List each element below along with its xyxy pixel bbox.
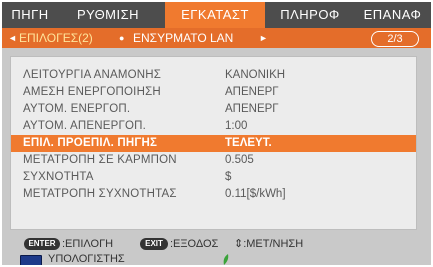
setting-row[interactable]: ΑΜΕΣΗ ΕΝΕΡΓΟΠΟΙΗΣΗ ΑΠΕΝΕΡΓ — [11, 84, 416, 101]
exit-key-icon: EXIT — [140, 238, 168, 250]
current-source-bar: ΥΠΟΛΟΓΙΣΤΗΣ — [2, 252, 431, 265]
settings-panel: ΛΕΙΤΟΥΡΓΙΑ ΑΝΑΜΟΝΗΣ ΚΑΝΟΝΙΚΗ ΑΜΕΣΗ ΕΝΕΡΓ… — [10, 56, 417, 230]
tab-setup[interactable]: ΡΥΘΜΙΣΗ — [58, 2, 158, 28]
tab-info[interactable]: ΠΛΗΡΟΦ — [270, 2, 350, 28]
enter-hint: :ΕΠΙΛΟΓΗ — [62, 238, 114, 250]
setting-label: ΑΥΤΟΜ. ΑΠΕΝΕΡΓΟΠ. — [23, 120, 147, 132]
signal-leaf-icon — [223, 254, 229, 265]
right-arrow-icon[interactable]: ► — [259, 28, 268, 48]
page-indicator: 2/3 — [371, 31, 419, 47]
computer-monitor-icon — [20, 255, 42, 265]
setting-label: ΣΥΧΝΟΤΗΤΑ — [23, 171, 94, 183]
setting-row[interactable]: ΛΕΙΤΟΥΡΓΙΑ ΑΝΑΜΟΝΗΣ ΚΑΝΟΝΙΚΗ — [11, 67, 416, 84]
enter-key-icon: ENTER — [24, 238, 60, 250]
setting-row[interactable]: ΣΥΧΝΟΤΗΤΑ $ — [11, 169, 416, 186]
setting-value: ΑΠΕΝΕΡΓ — [225, 86, 279, 98]
setting-label: ΜΕΤΑΤΡΟΠΗ ΣΕ ΚΑΡΜΠΟΝ — [23, 154, 177, 166]
move-hint: ⇕:ΜΕΤ/ΝΗΣΗ — [234, 238, 304, 250]
setting-row-selected[interactable]: ΕΠΙΛ. ΠΡΟΕΠΙΛ. ΠΗΓΗΣ ΤΕΛΕΥΤ. — [11, 135, 416, 152]
tab-source[interactable]: ΠΗΓΗ — [2, 2, 58, 28]
setting-row[interactable]: ΑΥΤΟΜ. ΑΠΕΝΕΡΓΟΠ. 1:00 — [11, 118, 416, 135]
key-help-bar: ENTER :ΕΠΙΛΟΓΗ EXIT :ΕΞΟΔΟΣ ⇕:ΜΕΤ/ΝΗΣΗ — [2, 236, 431, 252]
setting-value: ΚΑΝΟΝΙΚΗ — [225, 69, 286, 81]
setting-label: ΜΕΤΑΤΡΟΠΗ ΣΥΧΝΟΤΗΤΑΣ — [23, 188, 177, 200]
tab-reset[interactable]: ΕΠΑΝΑΦ — [354, 2, 431, 28]
exit-hint: :ΕΞΟΔΟΣ — [170, 238, 219, 250]
setting-value: 0.11[$/kWh] — [225, 188, 286, 200]
source-label: ΥΠΟΛΟΓΙΣΤΗΣ — [48, 253, 125, 265]
setting-label: ΛΕΙΤΟΥΡΓΙΑ ΑΝΑΜΟΝΗΣ — [23, 69, 162, 81]
tab-installation[interactable]: ΕΓΚΑΤΑΣΤ — [165, 2, 265, 28]
setting-label: ΕΠΙΛ. ΠΡΟΕΠΙΛ. ΠΗΓΗΣ — [23, 137, 158, 149]
tab-bar: ΠΗΓΗ ΡΥΘΜΙΣΗ ΕΓΚΑΤΑΣΤ ΠΛΗΡΟΦ ΕΠΑΝΑΦ — [2, 2, 431, 28]
setting-row[interactable]: ΜΕΤΑΤΡΟΠΗ ΣΕ ΚΑΡΜΠΟΝ 0.505 — [11, 152, 416, 169]
setting-value: 0.505 — [225, 154, 254, 166]
setting-label: ΑΥΤΟΜ. ΕΝΕΡΓΟΠ. — [23, 103, 131, 115]
setting-row[interactable]: ΜΕΤΑΤΡΟΠΗ ΣΥΧΝΟΤΗΤΑΣ 0.11[$/kWh] — [11, 186, 416, 203]
left-arrow-icon[interactable]: ◄ — [8, 28, 17, 48]
subtab-wired-lan[interactable]: ΕΝΣΥΡΜΑΤΟ LAN — [133, 28, 233, 48]
setting-value: ΤΕΛΕΥΤ. — [225, 137, 272, 149]
subtab-options-2[interactable]: ΕΠΙΛΟΓΕΣ(2) — [19, 28, 93, 48]
separator-dot-icon: ● — [119, 33, 125, 43]
setting-label: ΑΜΕΣΗ ΕΝΕΡΓΟΠΟΙΗΣΗ — [23, 86, 161, 98]
projector-menu: ΠΗΓΗ ΡΥΘΜΙΣΗ ΕΓΚΑΤΑΣΤ ΠΛΗΡΟΦ ΕΠΑΝΑΦ ◄ ΕΠ… — [2, 2, 431, 265]
setting-row[interactable]: ΑΥΤΟΜ. ΕΝΕΡΓΟΠ. ΑΠΕΝΕΡΓ — [11, 101, 416, 118]
sub-tab-bar: ◄ ΕΠΙΛΟΓΕΣ(2) ● ΕΝΣΥΡΜΑΤΟ LAN ► 2/3 — [2, 28, 431, 48]
setting-value: $ — [225, 171, 232, 183]
setting-value: ΑΠΕΝΕΡΓ — [225, 103, 279, 115]
setting-value: 1:00 — [225, 120, 248, 132]
